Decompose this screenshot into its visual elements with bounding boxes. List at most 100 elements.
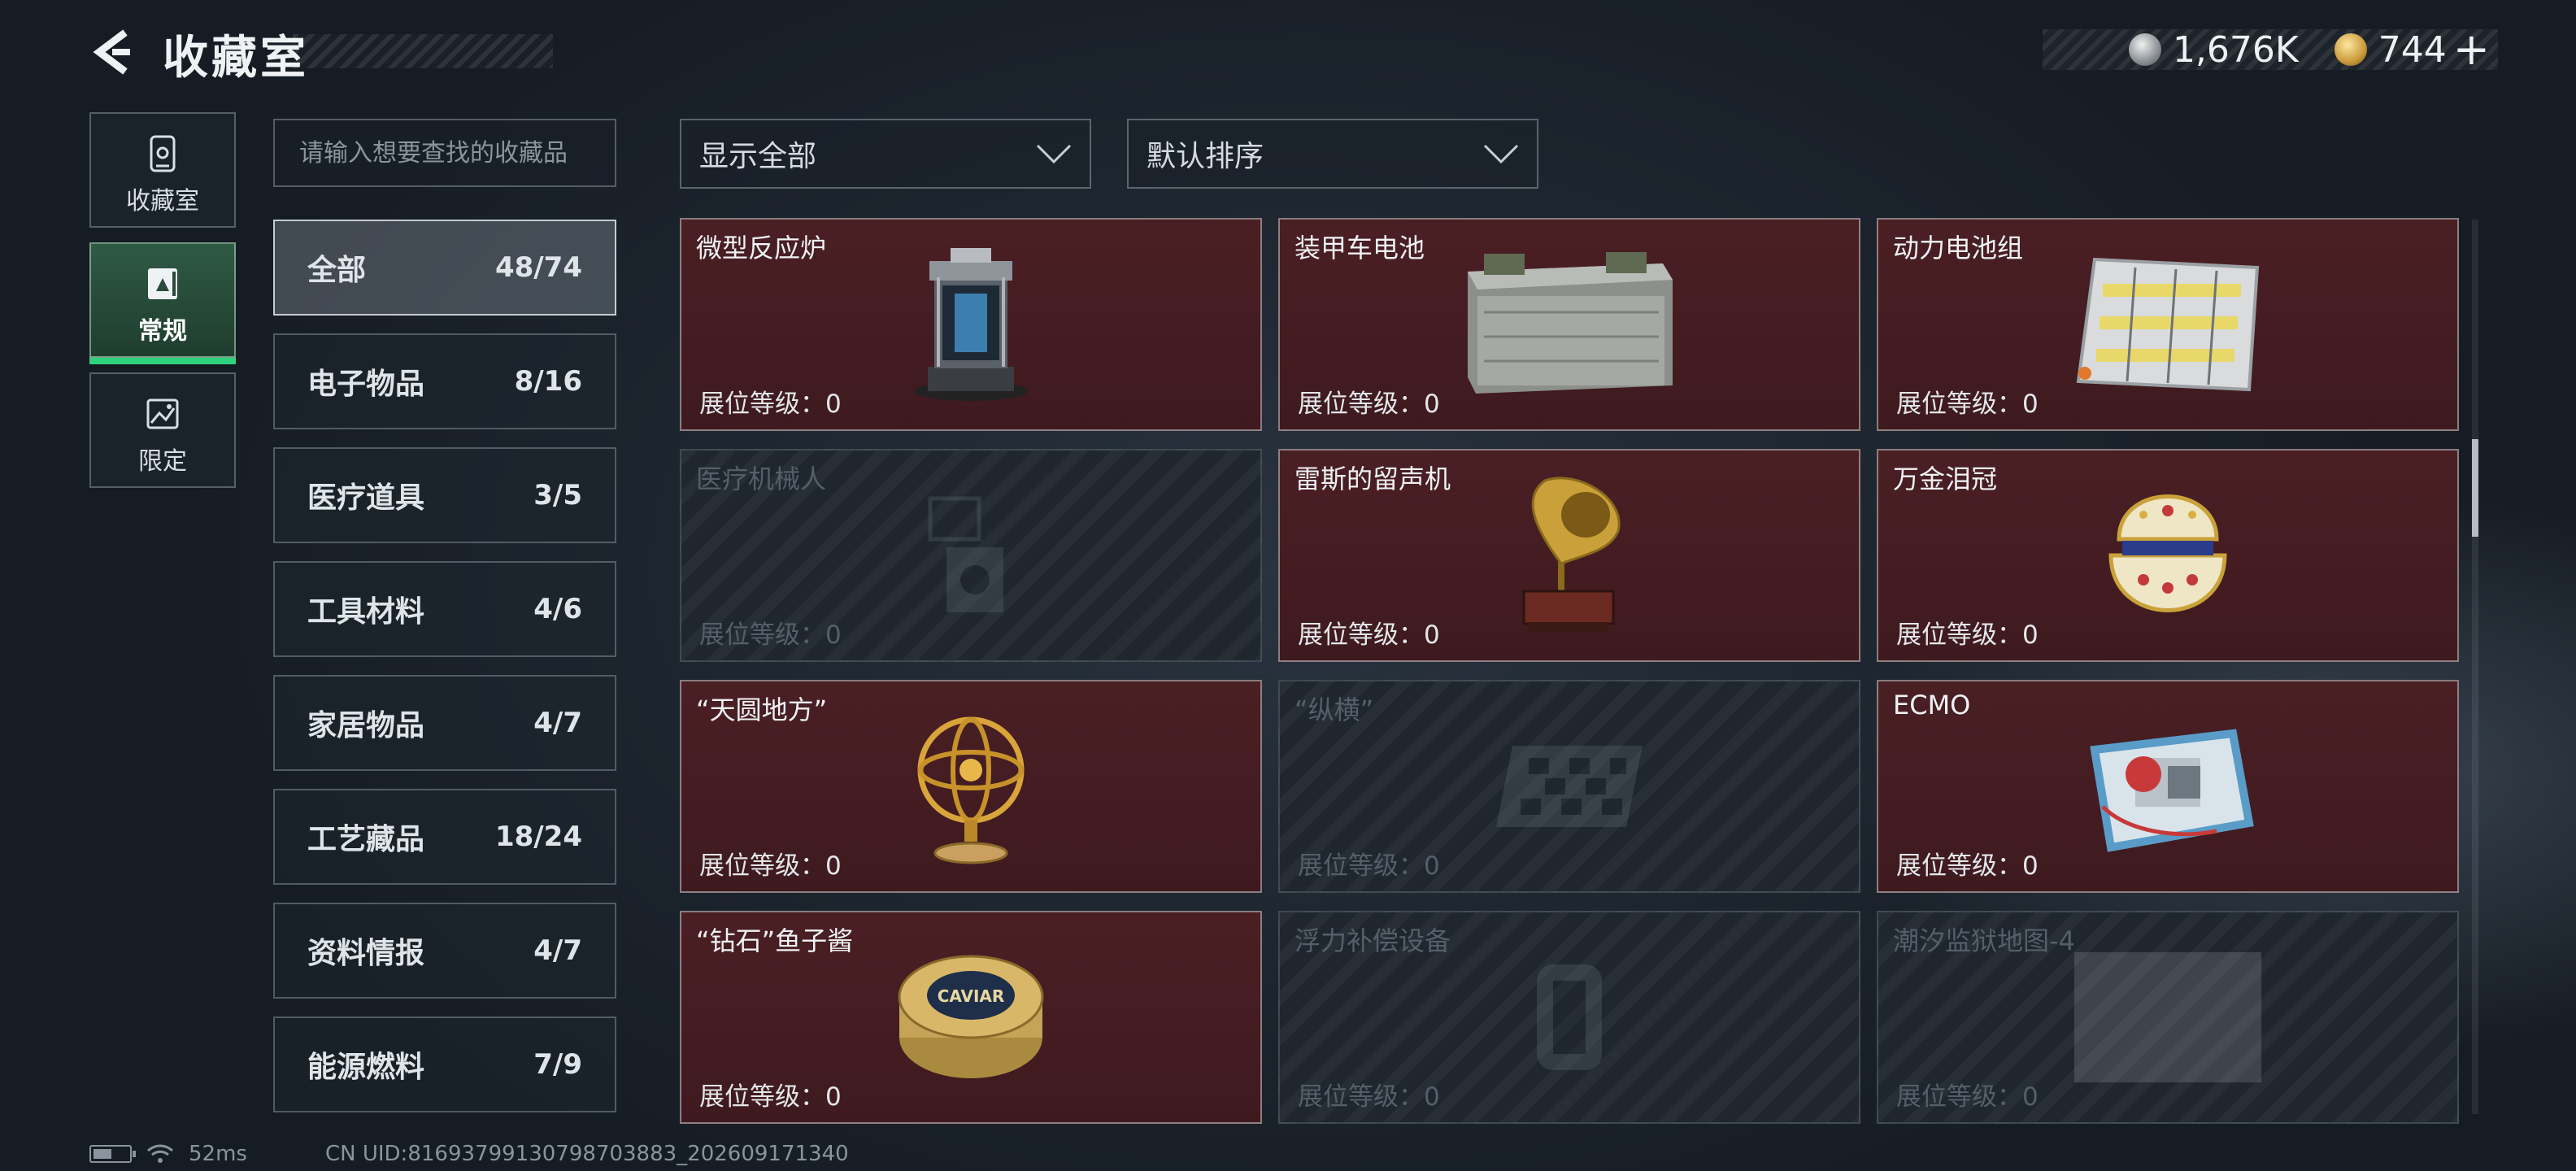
item-name: 微型反应炉 [696, 233, 827, 263]
item-level: 展位等级：0 [1896, 620, 2039, 650]
gramophone-icon [1522, 477, 1621, 632]
regular-icon [148, 268, 177, 299]
category-electronics[interactable]: 电子物品 8/16 [273, 333, 616, 429]
ecmo-machine-icon [2090, 729, 2254, 852]
category-count: 4/7 [533, 934, 582, 967]
collectible-card[interactable]: 浮力补偿设备 展位等级：0 [1278, 911, 1860, 1124]
collection-room-icon [150, 135, 176, 172]
back-arrow-icon [93, 29, 130, 75]
gold-currency-value: 744 [2378, 28, 2447, 71]
item-name: “钻石”鱼子酱 [696, 925, 854, 956]
item-name: “天圆地方” [696, 694, 828, 725]
currency-bar: 1,676K 744 + [2043, 28, 2498, 72]
category-crafts[interactable]: 工艺藏品 18/24 [273, 789, 616, 885]
search-input[interactable] [273, 119, 616, 187]
item-level: 展位等级：0 [699, 390, 842, 419]
buoyancy-device-icon [1537, 964, 1602, 1070]
collectible-card[interactable]: 装甲车电池 展位等级：0 [1278, 218, 1860, 431]
nav-collection-room[interactable]: 收藏室 [89, 112, 236, 228]
add-currency-button[interactable]: + [2453, 28, 2490, 72]
category-tools[interactable]: 工具材料 4/6 [273, 561, 616, 657]
item-level: 展位等级：0 [1298, 390, 1440, 419]
collectible-card[interactable]: 微型反应炉 展位等级：0 [680, 218, 1262, 431]
category-medical[interactable]: 医疗道具 3/5 [273, 447, 616, 543]
item-level: 展位等级：0 [1298, 1082, 1440, 1112]
show-filter-dropdown[interactable]: 显示全部 [680, 119, 1091, 189]
category-name: 能源燃料 [307, 1051, 425, 1084]
category-count: 4/6 [533, 593, 582, 625]
caviar-label: CAVIAR [938, 986, 1005, 1006]
item-name: 装甲车电池 [1295, 233, 1425, 263]
nav-label-limited: 限定 [138, 447, 187, 476]
category-name: 工艺藏品 [307, 823, 425, 856]
scrollbar-track[interactable] [2472, 220, 2478, 1114]
item-level: 展位等级：0 [1896, 1082, 2039, 1112]
category-all[interactable]: 全部 48/74 [273, 220, 616, 316]
silver-currency-value: 1,676K [2172, 28, 2299, 71]
item-name: 医疗机械人 [696, 464, 827, 494]
wifi-icon [147, 1144, 173, 1163]
gold-coin-icon [2334, 33, 2367, 66]
chevron-down-icon [1036, 144, 1072, 164]
nav-limited[interactable]: 限定 [89, 372, 236, 488]
limited-icon [146, 398, 179, 429]
item-level: 展位等级：0 [699, 1082, 842, 1112]
category-name: 医疗道具 [307, 481, 425, 515]
item-name: 雷斯的留声机 [1295, 464, 1451, 494]
item-name: 动力电池组 [1893, 233, 2024, 263]
nav-label-collection-room: 收藏室 [126, 187, 199, 215]
scrollbar-thumb[interactable] [2472, 439, 2478, 537]
jeweled-egg-icon [2108, 494, 2227, 612]
collectible-card[interactable]: 医疗机械人 展位等级：0 [680, 449, 1262, 662]
armillary-sphere-icon [917, 716, 1025, 864]
armored-vehicle-battery-icon [1468, 252, 1673, 394]
nav-label-regular: 常规 [138, 317, 187, 346]
item-level: 展位等级：0 [1896, 390, 2039, 419]
page-title: 收藏室 [163, 32, 309, 85]
item-level: 展位等级：0 [1298, 620, 1440, 650]
nav-regular[interactable]: 常规 [89, 242, 236, 364]
category-count: 18/24 [494, 821, 582, 853]
silver-coin-icon [2128, 33, 2161, 66]
item-name: “纵横” [1295, 694, 1374, 725]
status-footer: 52ms CN UID:81693799130798703883_2026091… [89, 1142, 849, 1166]
map-icon [2074, 952, 2261, 1082]
category-intel[interactable]: 资料情报 4/7 [273, 903, 616, 999]
category-count: 7/9 [533, 1048, 582, 1081]
category-count: 4/7 [533, 707, 582, 739]
category-energy[interactable]: 能源燃料 7/9 [273, 1016, 616, 1112]
caviar-tin-icon: CAVIAR [898, 955, 1044, 1078]
back-button[interactable] [88, 28, 137, 76]
chevron-down-icon [1483, 144, 1519, 164]
category-count: 48/74 [494, 251, 582, 284]
category-name: 全部 [307, 254, 367, 287]
category-name: 家居物品 [307, 709, 425, 742]
item-level: 展位等级：0 [699, 851, 842, 881]
collectible-card[interactable]: 万金泪冠 展位等级：0 [1877, 449, 2459, 662]
battery-icon [89, 1145, 136, 1163]
ping-value: 52ms [189, 1142, 247, 1166]
collectible-card[interactable]: 动力电池组 展位等级：0 [1877, 218, 2459, 431]
collectible-card[interactable]: “钻石”鱼子酱 CAVIAR 展位等级：0 [680, 911, 1262, 1124]
collectible-card[interactable]: “天圆地方” 展位等级：0 [680, 680, 1262, 893]
collectible-card[interactable]: 雷斯的留声机 展位等级：0 [1278, 449, 1860, 662]
item-name: 万金泪冠 [1893, 464, 1998, 494]
item-name: 潮汐监狱地图-4 [1893, 925, 2075, 956]
sort-dropdown[interactable]: 默认排序 [1127, 119, 1538, 189]
category-count: 3/5 [533, 479, 582, 511]
category-count: 8/16 [514, 365, 582, 398]
item-name: 浮力补偿设备 [1295, 925, 1451, 956]
item-level: 展位等级：0 [699, 620, 842, 650]
category-name: 电子物品 [307, 368, 425, 401]
power-battery-pack-icon [2076, 257, 2260, 392]
item-level: 展位等级：0 [1896, 851, 2039, 881]
category-household[interactable]: 家居物品 4/7 [273, 675, 616, 771]
collectible-card[interactable]: “纵横” 展位等级：0 [1278, 680, 1860, 893]
chessboard-icon [1496, 746, 1643, 827]
sort-label: 默认排序 [1147, 140, 1264, 173]
collectible-card[interactable]: ECMO 展位等级：0 [1877, 680, 2459, 893]
title-decoration [293, 34, 553, 68]
category-name: 工具材料 [307, 595, 425, 629]
show-filter-label: 显示全部 [699, 140, 817, 173]
collectible-card[interactable]: 潮汐监狱地图-4 展位等级：0 [1877, 911, 2459, 1124]
